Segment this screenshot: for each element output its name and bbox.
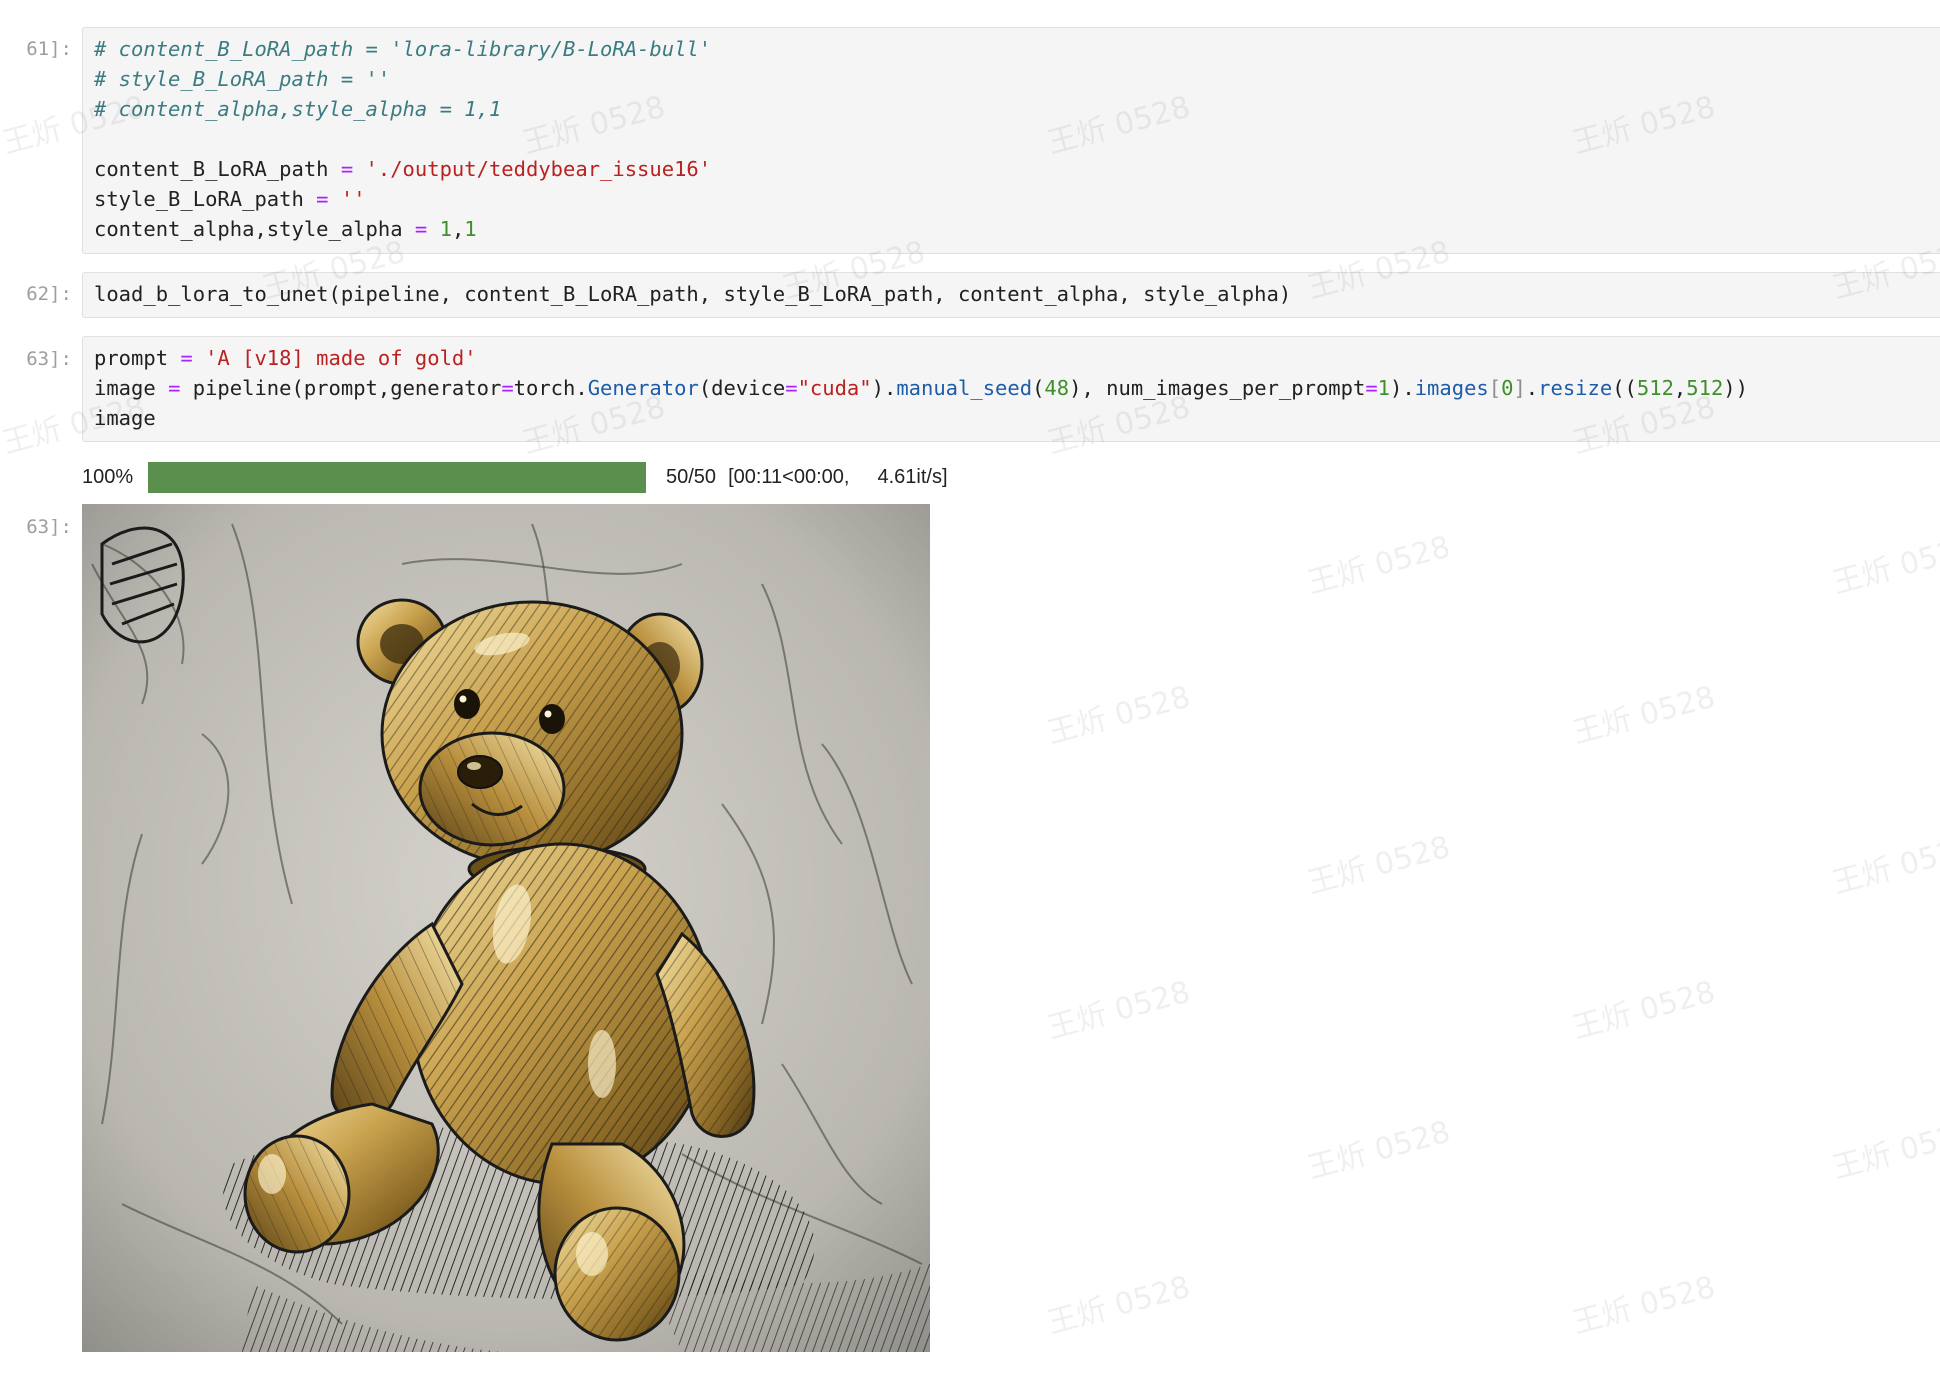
- comment: # style_B_LoRA_path = '': [94, 67, 391, 91]
- comment: # content_alpha,style_alpha = 1,1: [94, 97, 502, 121]
- code-cell-62[interactable]: load_b_lora_to_unet(pipeline, content_B_…: [82, 272, 1940, 318]
- code-line: content_B_LoRA_path = './output/teddybea…: [94, 157, 712, 181]
- code-cell-63[interactable]: prompt = 'A [v18] made of gold' image = …: [82, 336, 1940, 442]
- code-line: style_B_LoRA_path = '': [94, 187, 366, 211]
- comment: # content_B_LoRA_path = 'lora-library/B-…: [94, 37, 712, 61]
- progress-bar: [148, 461, 646, 493]
- output-image: [82, 504, 930, 1352]
- code-cell-61[interactable]: # content_B_LoRA_path = 'lora-library/B-…: [82, 27, 1940, 254]
- progress-count: 50/50: [666, 465, 717, 488]
- progress-rate: 4.61it/s]: [877, 465, 948, 488]
- watermark: 王炘 0528: [1303, 529, 1454, 602]
- code-line: # content_alpha,style_alpha = 1,1: [94, 94, 1940, 124]
- output-prompt-63: 63]:: [26, 516, 72, 538]
- cell-prompt-63: 63]:: [26, 348, 72, 370]
- code-line: content_alpha,style_alpha = 1,1: [94, 217, 477, 241]
- progress-output: 100% 50/50 [00:11<00:00, 4.61it/s]: [82, 460, 948, 494]
- watermark: 王炘 0528: [1303, 1114, 1454, 1187]
- watermark: 王炘 0528: [1043, 1269, 1194, 1342]
- code-line: load_b_lora_to_unet(pipeline, content_B_…: [94, 282, 1292, 306]
- watermark: 王炘 0528: [1043, 974, 1194, 1047]
- code-line: prompt = 'A [v18] made of gold': [94, 346, 477, 370]
- code-line: image: [94, 406, 156, 430]
- watermark: 王炘 0528: [1828, 1114, 1940, 1187]
- code-line: # content_B_LoRA_path = 'lora-library/B-…: [94, 34, 1940, 64]
- code-line: # style_B_LoRA_path = '': [94, 64, 1940, 94]
- watermark: 王炘 0528: [1043, 679, 1194, 752]
- cell-prompt-61: 61]:: [26, 38, 72, 60]
- progress-time: [00:11<00:00,: [728, 465, 850, 488]
- watermark: 王炘 0528: [1303, 829, 1454, 902]
- progress-percent: 100%: [82, 465, 134, 488]
- gold-teddy-bear-image: [82, 504, 930, 1352]
- watermark: 王炘 0528: [1568, 974, 1719, 1047]
- watermark: 王炘 0528: [1828, 829, 1940, 902]
- watermark: 王炘 0528: [1828, 529, 1940, 602]
- cell-prompt-62: 62]:: [26, 283, 72, 305]
- code-line: image = pipeline(prompt,generator=torch.…: [94, 376, 1748, 400]
- progress-bar-fill: [148, 461, 646, 493]
- watermark: 王炘 0528: [1568, 679, 1719, 752]
- watermark: 王炘 0528: [1568, 1269, 1719, 1342]
